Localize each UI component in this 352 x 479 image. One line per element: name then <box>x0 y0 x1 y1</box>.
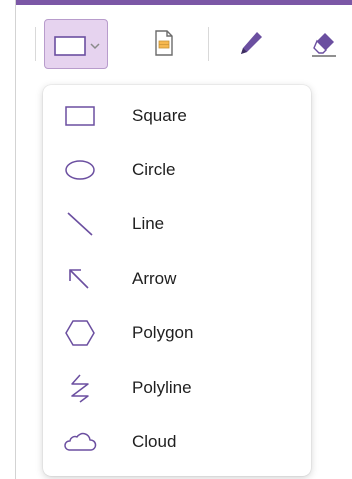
menu-item-line[interactable]: Line <box>43 197 311 251</box>
chevron-down-icon[interactable] <box>89 41 101 51</box>
menu-item-label: Circle <box>132 160 176 179</box>
toolbar-divider <box>35 27 36 61</box>
cloud-icon <box>64 432 97 451</box>
menu-item-arrow[interactable]: Arrow <box>43 252 311 306</box>
polygon-icon <box>65 320 95 346</box>
menu-item-cloud[interactable]: Cloud <box>43 415 311 469</box>
image-stamp-icon[interactable] <box>147 27 179 59</box>
toolbar-divider <box>208 27 209 61</box>
annotation-toolbar <box>16 5 352 81</box>
polyline-icon <box>71 374 89 403</box>
square-icon <box>65 106 95 126</box>
menu-item-square[interactable]: Square <box>43 89 311 143</box>
line-icon <box>67 212 93 236</box>
menu-item-polyline[interactable]: Polyline <box>43 361 311 415</box>
menu-item-polygon[interactable]: Polygon <box>43 306 311 360</box>
menu-item-label: Polyline <box>132 378 192 397</box>
rectangle-icon <box>54 36 86 56</box>
shape-tool-button[interactable] <box>44 19 108 69</box>
pencil-icon[interactable] <box>235 27 267 59</box>
menu-item-circle[interactable]: Circle <box>43 143 311 197</box>
circle-icon <box>65 160 95 180</box>
menu-item-label: Cloud <box>132 432 177 451</box>
annotation-window: Square Circle Line Arrow Polygon Polylin… <box>0 0 352 479</box>
arrow-icon <box>69 269 89 289</box>
menu-item-label: Square <box>132 106 187 125</box>
menu-item-label: Line <box>132 214 165 233</box>
menu-item-label: Arrow <box>132 269 177 288</box>
eraser-icon[interactable] <box>308 27 340 59</box>
menu-item-label: Polygon <box>132 323 194 342</box>
shape-dropdown-menu: Square Circle Line Arrow Polygon Polylin… <box>43 85 311 476</box>
